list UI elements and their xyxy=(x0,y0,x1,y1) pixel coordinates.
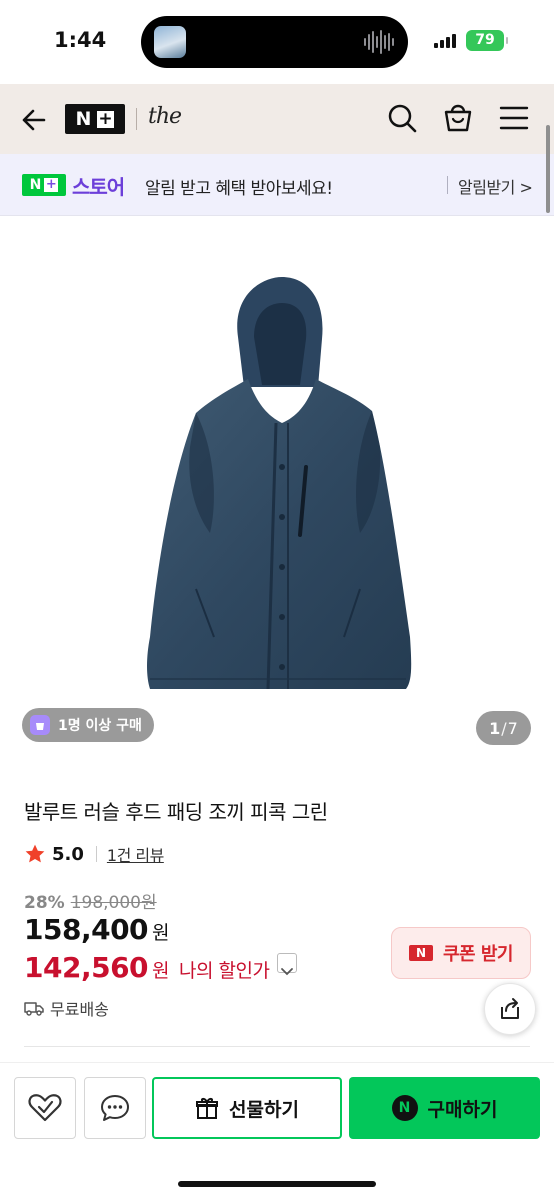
search-button[interactable] xyxy=(386,102,418,134)
image-counter-total: 7 xyxy=(507,718,518,738)
my-price-expand-button[interactable] xyxy=(277,953,298,976)
naver-pay-icon: N xyxy=(391,1095,418,1121)
sale-price-value: 158,400 xyxy=(24,913,149,946)
image-counter-separator: / xyxy=(501,718,507,738)
discount-row: 28% 198,000원 xyxy=(24,888,157,913)
store-logo-plus: + xyxy=(44,177,59,192)
product-title: 발루트 러슬 후드 패딩 조끼 피콕 그린 xyxy=(24,800,328,824)
section-divider xyxy=(24,1046,530,1047)
image-counter-current: 1 xyxy=(489,718,501,738)
heart-check-icon xyxy=(28,1094,62,1122)
brand-logo[interactable]: the xyxy=(148,104,182,129)
nplus-logo-plus: + xyxy=(97,108,115,129)
dynamic-island xyxy=(141,16,408,68)
buy-button-label: 구매하기 xyxy=(427,1098,498,1121)
nplus-logo-letter: N xyxy=(75,108,93,130)
audio-wave-icon xyxy=(364,28,394,56)
now-playing-thumbnail xyxy=(154,26,186,58)
app-header: N + the xyxy=(0,84,554,154)
review-count-link[interactable]: 1건 리뷰 xyxy=(107,842,164,866)
original-price: 198,000원 xyxy=(70,893,157,913)
back-button[interactable] xyxy=(18,104,50,136)
nplus-logo[interactable]: N + xyxy=(65,104,125,134)
status-bar: 1:44 79 xyxy=(0,0,554,84)
buy-button[interactable]: N 구매하기 xyxy=(349,1077,540,1139)
store-alarm-banner: N + 스토어 알림 받고 혜택 받아보세요! 알림받기 > xyxy=(0,154,554,216)
shopping-bag-icon xyxy=(444,104,472,132)
my-price-value: 142,560 xyxy=(24,951,149,984)
sale-price: 158,400 원 xyxy=(24,913,170,946)
delivery-truck-icon xyxy=(24,1002,44,1016)
wishlist-button[interactable] xyxy=(14,1077,76,1139)
store-name: 스토어 xyxy=(72,175,125,199)
search-icon xyxy=(388,104,417,133)
gift-box-icon xyxy=(196,1098,219,1119)
cart-button[interactable] xyxy=(441,100,475,134)
buyer-count-label: 1명 이상 구매 xyxy=(58,718,142,734)
rating-value: 5.0 xyxy=(52,843,84,865)
discount-rate: 28% xyxy=(24,893,65,913)
home-indicator[interactable] xyxy=(178,1181,376,1187)
image-counter: 1 / 7 xyxy=(476,711,531,745)
alarm-subscribe-button[interactable]: 알림받기 > xyxy=(458,174,533,198)
gift-button-label: 선물하기 xyxy=(229,1098,299,1121)
arrow-left-icon xyxy=(22,109,46,131)
menu-button[interactable] xyxy=(499,104,529,132)
scrollbar[interactable] xyxy=(546,125,550,213)
vest-photo xyxy=(147,277,412,690)
hamburger-menu-icon xyxy=(499,106,529,130)
banner-divider xyxy=(447,176,448,194)
my-price-label: 나의 할인가 xyxy=(179,960,270,982)
coupon-icon: N xyxy=(408,945,433,961)
rating-divider xyxy=(95,846,97,862)
purchase-bar: 선물하기 N 구매하기 xyxy=(0,1062,554,1200)
chevron-down-icon xyxy=(281,968,294,976)
coupon-button-label: 쿠폰 받기 xyxy=(442,944,514,965)
my-price-unit: 원 xyxy=(152,960,170,982)
banner-message: 알림 받고 혜택 받아보세요! xyxy=(145,179,333,199)
talk-talk-button[interactable] xyxy=(84,1077,146,1139)
sale-price-unit: 원 xyxy=(152,922,170,944)
shipping-label: 무료배송 xyxy=(50,1000,109,1019)
product-image[interactable] xyxy=(0,217,554,751)
my-discount-price: 142,560 원 나의 할인가 xyxy=(24,950,298,984)
status-time: 1:44 xyxy=(54,28,107,52)
rating-row: 5.0 1건 리뷰 xyxy=(24,842,164,866)
star-icon xyxy=(25,844,45,863)
share-button[interactable] xyxy=(484,983,536,1035)
shopping-bag-icon xyxy=(30,715,50,735)
share-icon xyxy=(501,998,519,1019)
coupon-download-button[interactable]: N 쿠폰 받기 xyxy=(391,927,531,979)
cellular-signal-icon xyxy=(434,32,458,48)
shipping-info: 무료배송 xyxy=(24,996,109,1020)
nplus-store-logo: N + xyxy=(22,174,66,196)
store-logo-letter: N xyxy=(29,177,42,193)
buyer-count-badge: 1명 이상 구매 xyxy=(22,708,154,742)
battery-indicator: 79 xyxy=(466,30,508,51)
chat-bubble-icon xyxy=(101,1095,129,1121)
gift-button[interactable]: 선물하기 xyxy=(152,1077,342,1139)
logo-divider xyxy=(136,108,137,130)
